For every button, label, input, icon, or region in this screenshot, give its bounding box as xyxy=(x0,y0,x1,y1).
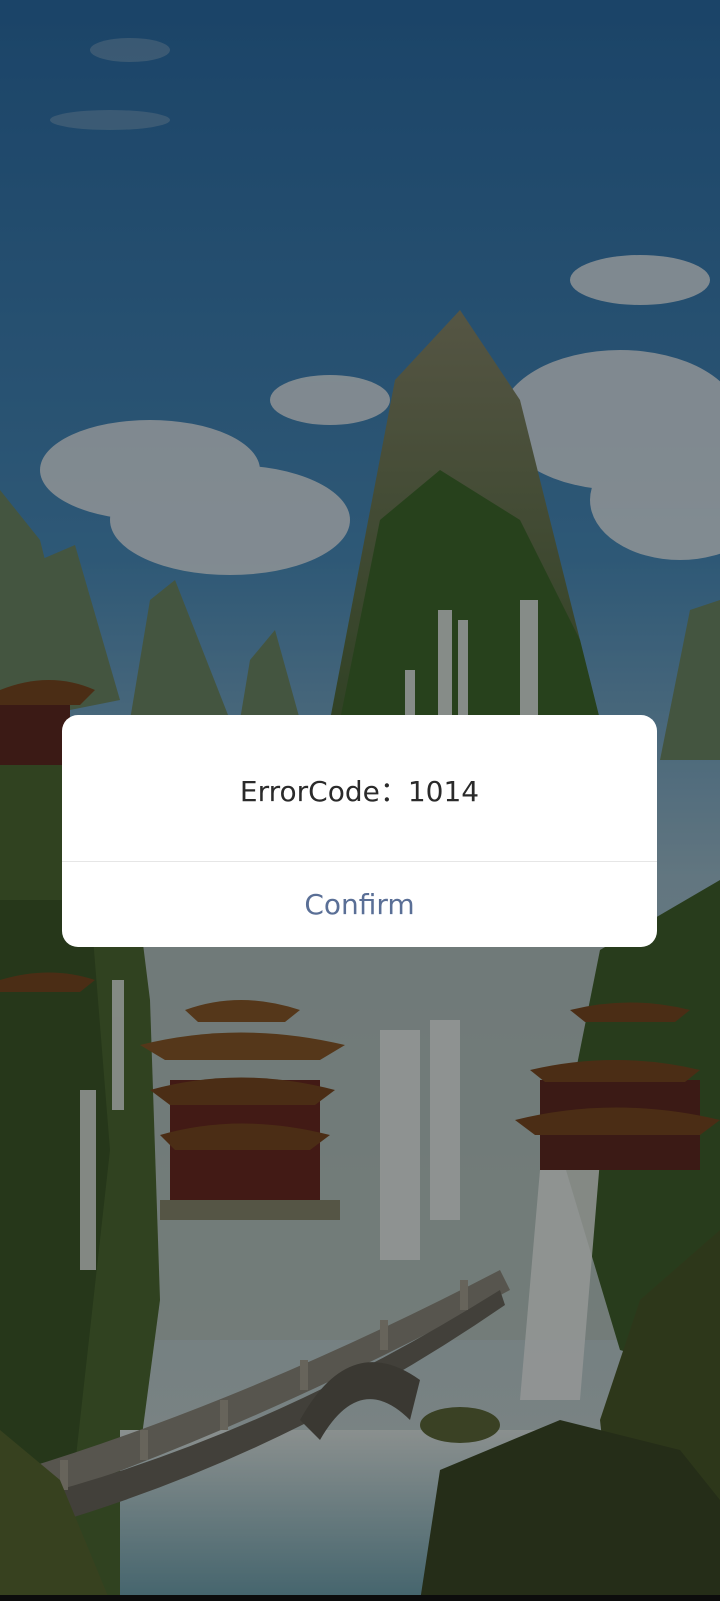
confirm-button[interactable]: Confirm xyxy=(62,862,657,947)
error-message: ErrorCode：1014 xyxy=(239,775,480,808)
navigation-bar xyxy=(0,1595,720,1601)
error-dialog: ErrorCode：1014 Confirm xyxy=(62,715,657,947)
